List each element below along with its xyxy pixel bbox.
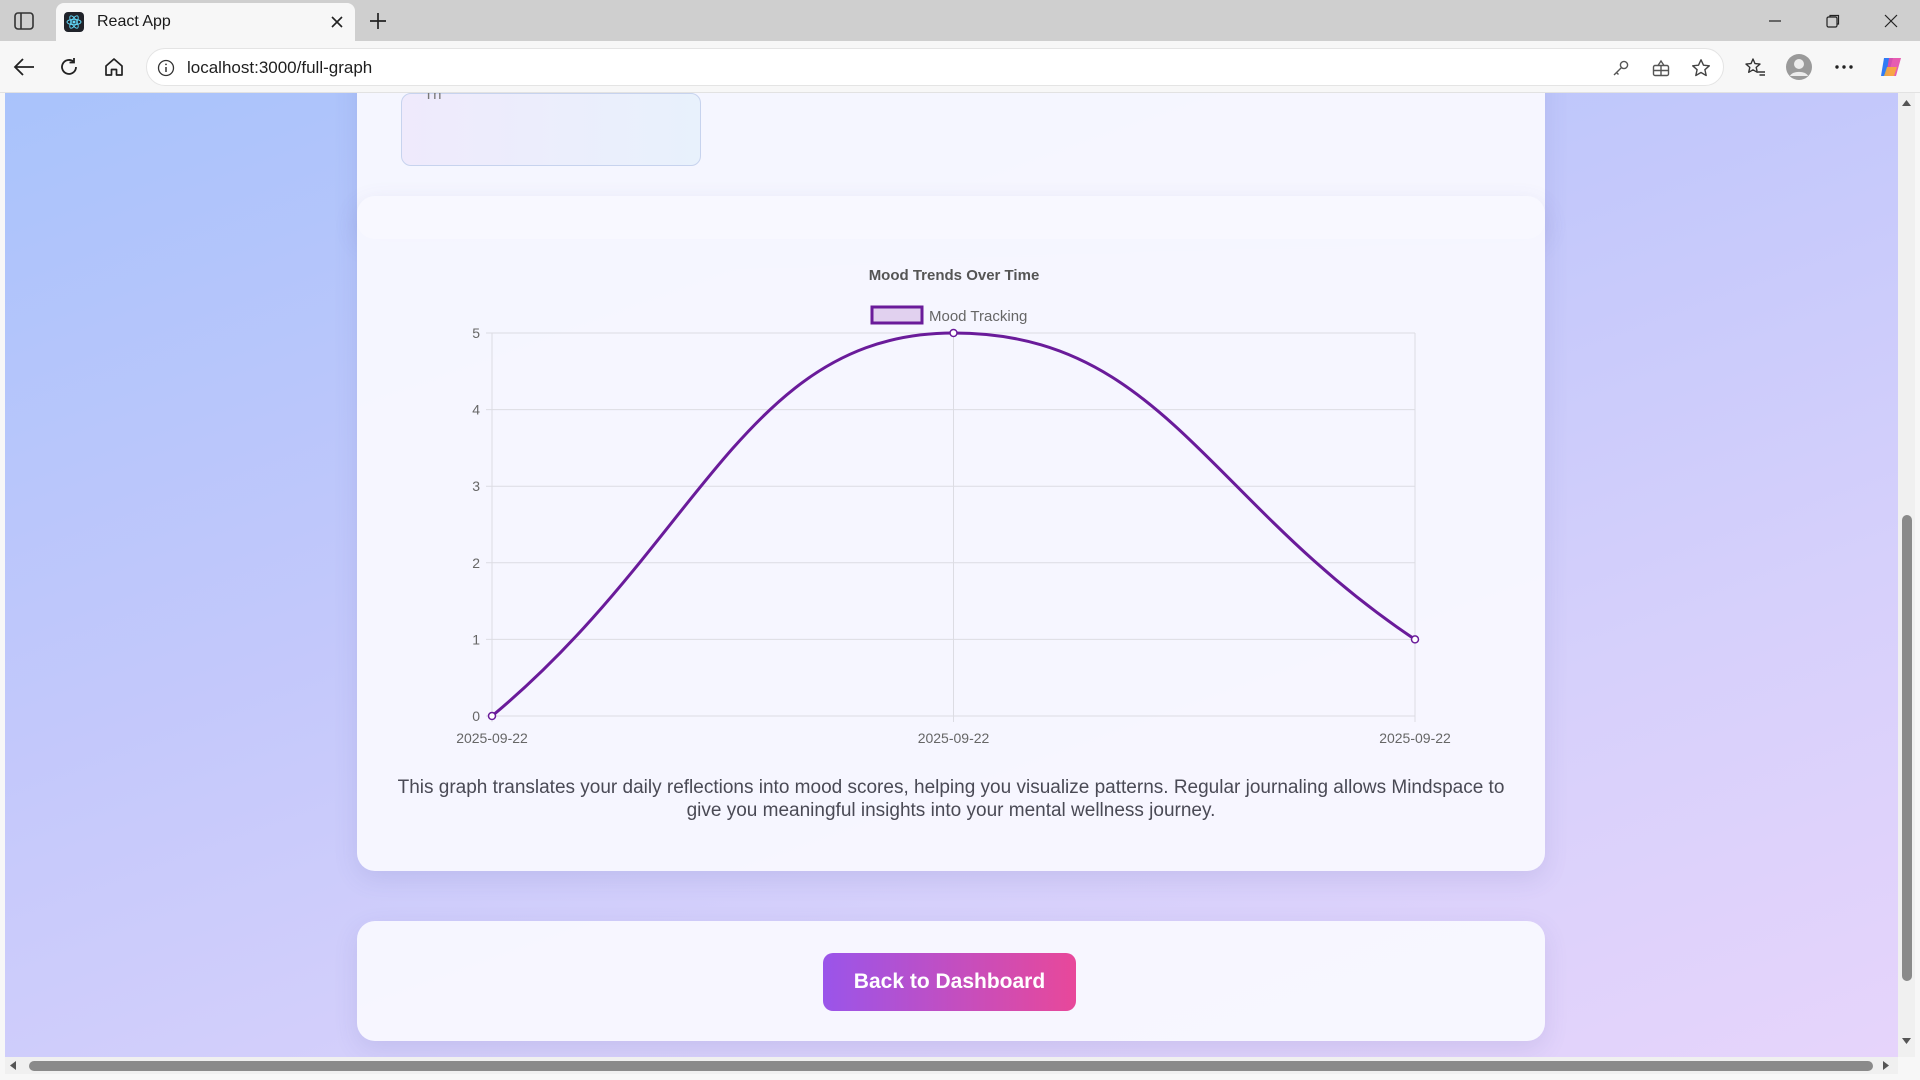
restore-icon[interactable] (1804, 0, 1862, 41)
tab-strip: React App (0, 0, 1920, 41)
browser-window: React App localhost:3000/full-graph Th M… (0, 0, 1920, 1080)
plus-icon[interactable] (362, 5, 394, 37)
address-bar[interactable]: localhost:3000/full-graph (146, 48, 1724, 86)
legend-label: Mood Tracking (929, 308, 1027, 325)
copilot-icon[interactable] (1874, 50, 1908, 84)
y-tick-label: 0 (472, 708, 480, 724)
data-point (1410, 635, 1420, 644)
scroll-left-arrow-icon[interactable] (9, 1060, 17, 1071)
apps-icon[interactable] (1647, 55, 1675, 81)
tab-react-app[interactable]: React App (56, 3, 355, 41)
chart-title: Mood Trends Over Time (869, 267, 1040, 284)
x-tick-label: 2025-09-22 (918, 730, 990, 746)
back-icon[interactable] (7, 50, 41, 84)
tab-title: React App (97, 13, 171, 30)
profile-icon[interactable] (1782, 50, 1816, 84)
y-tick-label: 2 (472, 555, 480, 571)
mood-chart-card: Mood Trends Over Time Mood Tracking 0 1 2 3 4 5… (357, 196, 1545, 871)
y-tick-label: 4 (472, 402, 480, 418)
favorites-icon[interactable] (1738, 50, 1772, 84)
horizontal-scrollbar[interactable] (5, 1057, 1898, 1074)
page-viewport: Th Mood Trends Over Time Mood Tracking 0 1 2… (5, 93, 1898, 1057)
x-tick-label: 2025-09-22 (456, 730, 528, 746)
data-point (487, 711, 497, 721)
scroll-down-arrow-icon[interactable] (1901, 1037, 1912, 1045)
horizontal-scroll-thumb[interactable] (29, 1061, 1873, 1071)
close-window-icon[interactable] (1862, 0, 1920, 41)
minimize-icon[interactable] (1746, 0, 1804, 41)
y-tick-label: 3 (472, 478, 480, 494)
back-to-dashboard-button[interactable]: Back to Dashboard (823, 953, 1076, 1011)
data-point (949, 328, 958, 338)
y-tick-label: 1 (472, 631, 480, 647)
address-toolbar: localhost:3000/full-graph (0, 41, 1920, 93)
scroll-right-arrow-icon[interactable] (1882, 1060, 1890, 1071)
previous-entry-text: Th (424, 93, 442, 103)
scroll-up-arrow-icon[interactable] (1901, 99, 1912, 107)
more-icon[interactable] (1827, 50, 1861, 84)
legend-swatch (870, 305, 924, 325)
info-icon[interactable] (155, 57, 177, 79)
mood-chart: Mood Trends Over Time Mood Tracking 0 1 2 3 4 5… (456, 267, 1451, 746)
chart-caption: This graph translates your daily reflect… (397, 777, 1505, 821)
x-tick-label: 2025-09-22 (1379, 730, 1451, 746)
url-text[interactable]: localhost:3000/full-graph (187, 58, 372, 78)
sidebar-icon[interactable] (8, 5, 40, 37)
refresh-icon[interactable] (52, 50, 86, 84)
react-logo-icon (64, 12, 84, 32)
y-tick-label: 5 (472, 325, 480, 341)
back-card: Back to Dashboard (357, 921, 1545, 1041)
star-icon[interactable] (1687, 55, 1715, 81)
home-icon[interactable] (97, 50, 131, 84)
close-icon[interactable] (323, 8, 351, 36)
previous-entry-box: Th (401, 93, 701, 166)
vertical-scrollbar[interactable] (1898, 93, 1915, 1057)
vertical-scroll-thumb[interactable] (1902, 515, 1912, 981)
key-icon[interactable] (1607, 55, 1635, 81)
